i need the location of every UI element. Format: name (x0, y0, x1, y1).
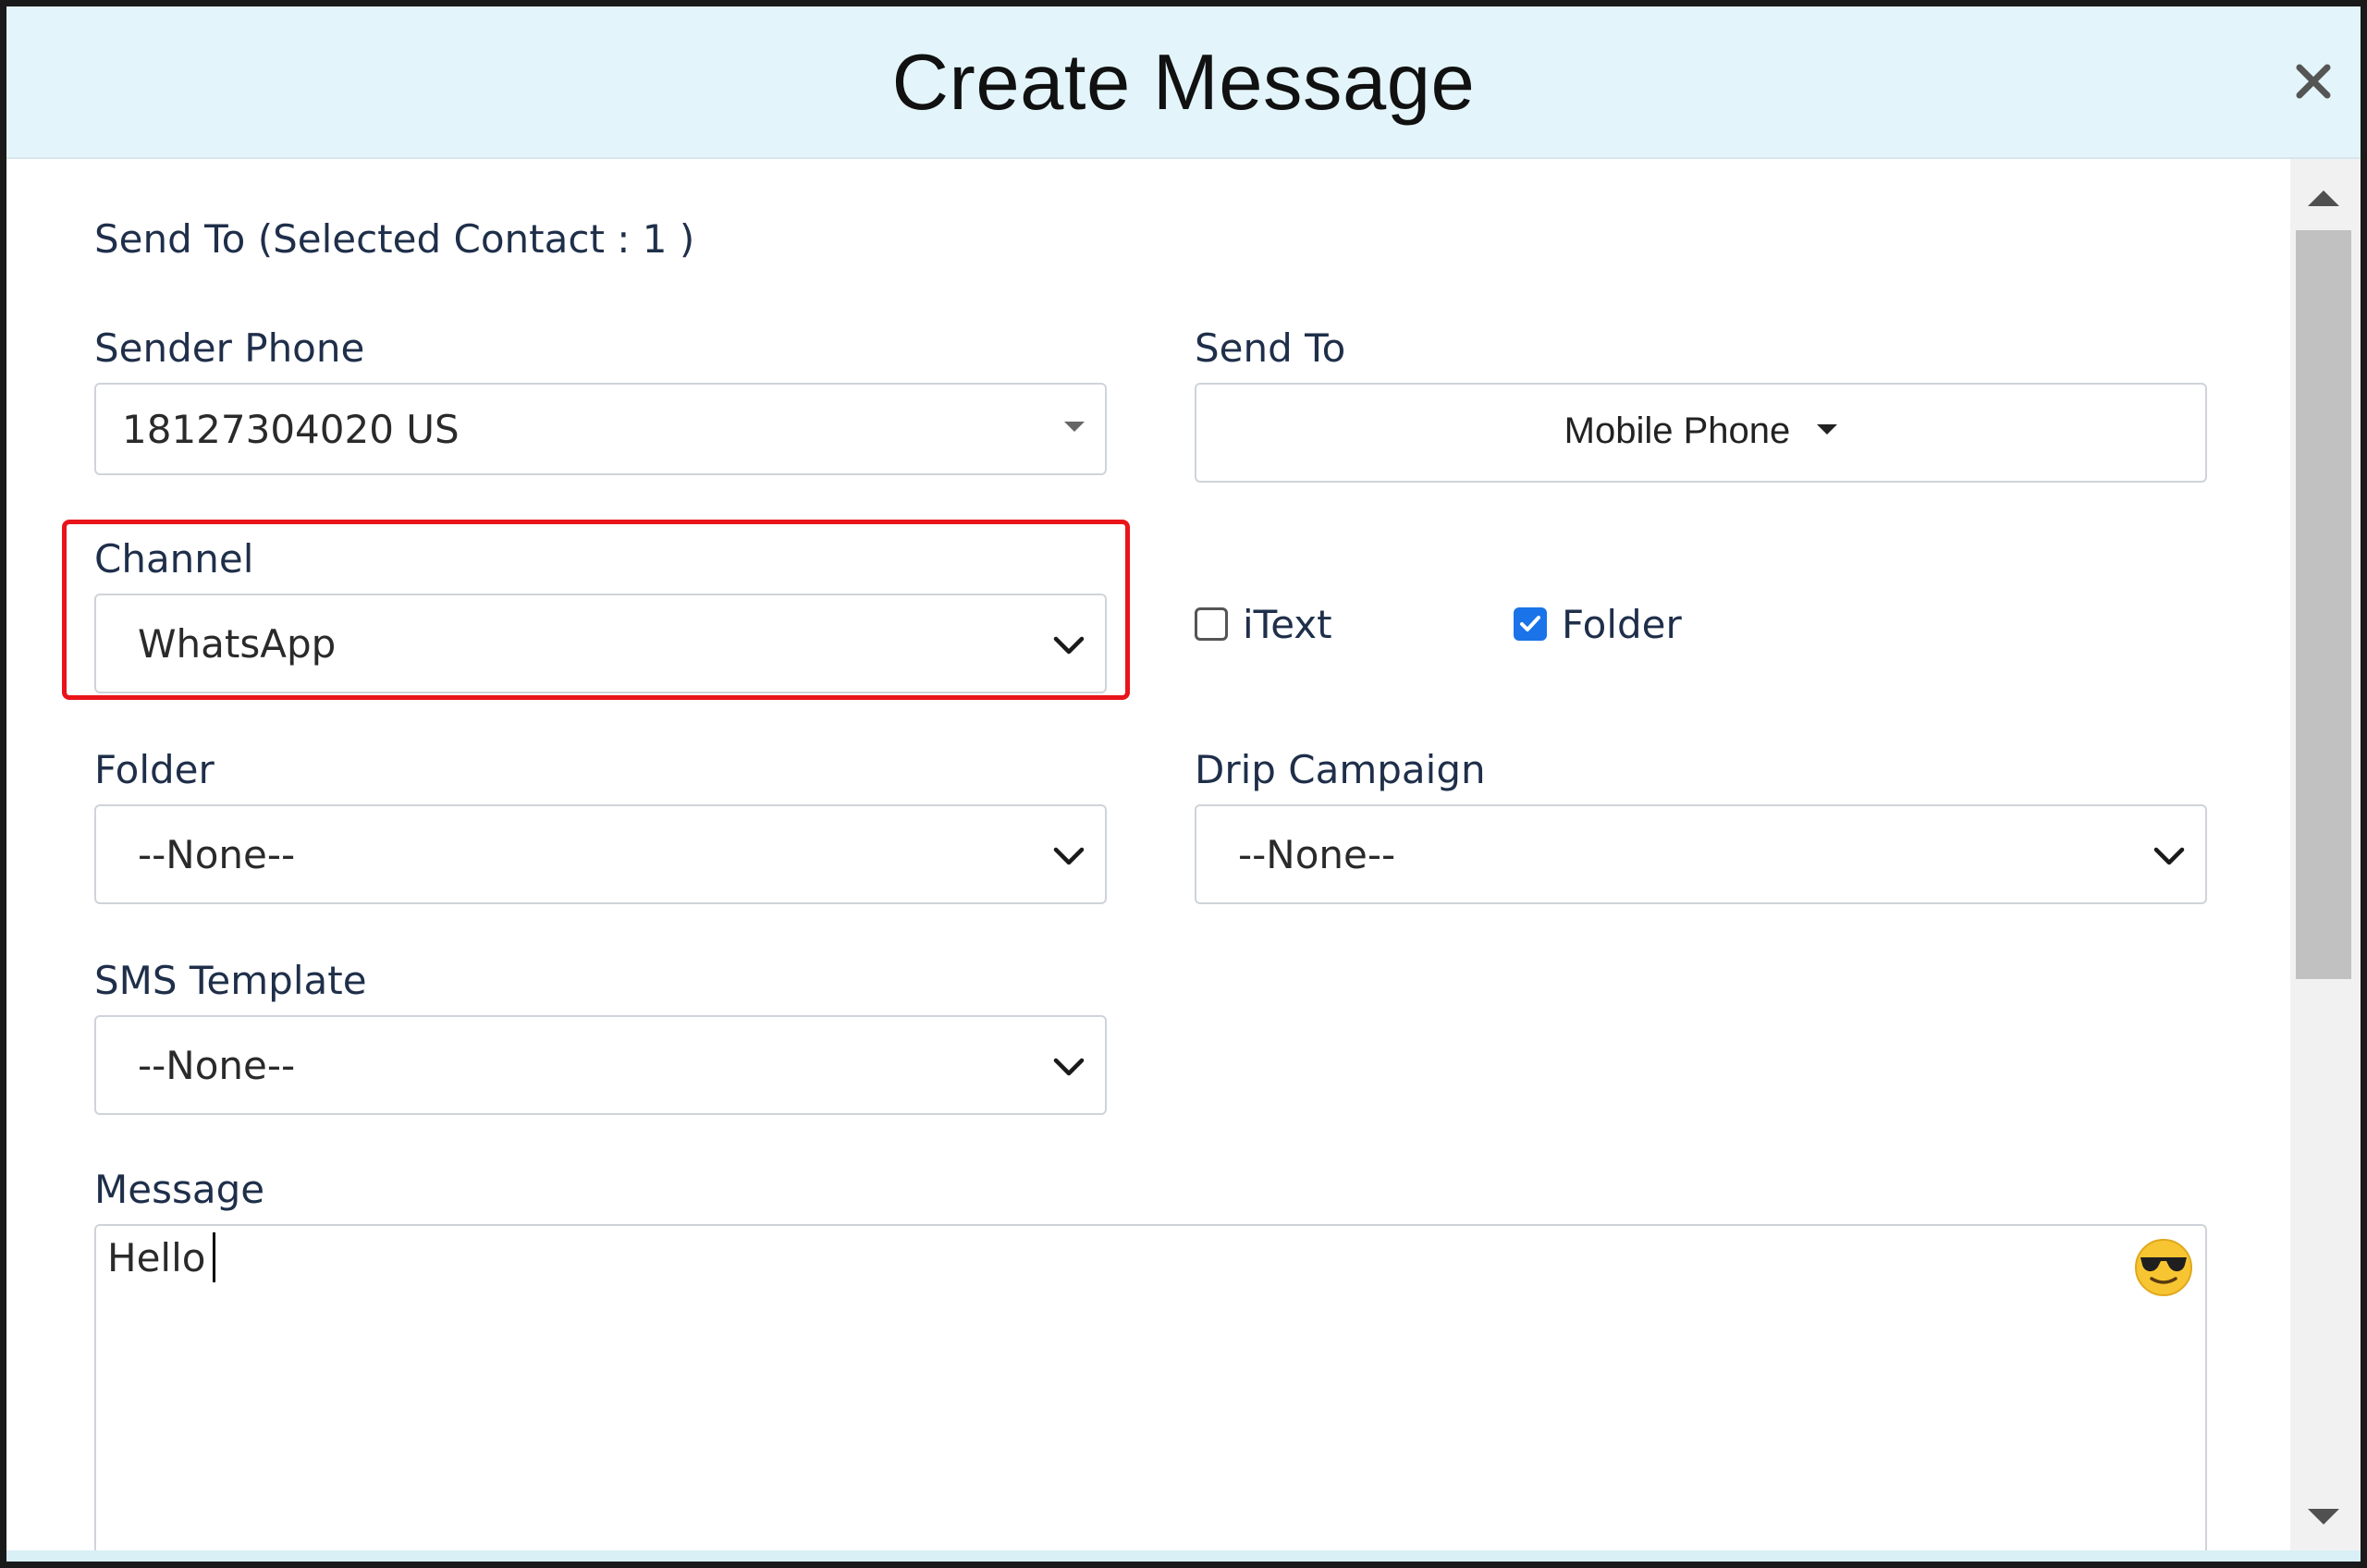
folder-select[interactable]: --None-- (94, 804, 1107, 904)
scroll-up-arrow-icon[interactable] (2308, 190, 2339, 206)
channel-label: Channel (94, 536, 254, 582)
chevron-down-icon (1053, 847, 1085, 865)
text-cursor (213, 1231, 216, 1282)
drip-campaign-label: Drip Campaign (1195, 747, 1486, 792)
vertical-scrollbar[interactable] (2290, 159, 2361, 1550)
emoji-button[interactable] (2133, 1237, 2194, 1298)
folder-label: Folder (94, 747, 215, 792)
close-button[interactable] (2290, 58, 2336, 104)
itext-checkbox-option[interactable]: iText (1195, 598, 1352, 654)
sender-phone-value: 18127304020 US (122, 407, 460, 452)
chevron-down-icon (1053, 636, 1085, 655)
scrollbar-thumb[interactable] (2296, 230, 2351, 979)
close-icon (2296, 64, 2331, 99)
checkmark-icon (1520, 616, 1540, 631)
drip-campaign-value: --None-- (1238, 832, 1396, 877)
send-to-summary: Send To (Selected Contact : 1 ) (94, 216, 695, 262)
message-label: Message (94, 1167, 265, 1212)
folder-option-label: Folder (1562, 602, 1682, 647)
chevron-down-icon (1053, 1058, 1085, 1076)
sms-template-select[interactable]: --None-- (94, 1015, 1107, 1115)
message-text: Hello (107, 1231, 216, 1286)
folder-checkbox[interactable] (1514, 607, 1547, 641)
dialog-bottom-edge (6, 1550, 2361, 1562)
create-message-dialog: Create Message Send To (Selected Contact… (0, 0, 2367, 1568)
dialog-header: Create Message (6, 6, 2361, 159)
message-value: Hello (107, 1235, 206, 1280)
send-to-value: Mobile Phone (1564, 410, 1791, 451)
send-to-label: Send To (1195, 325, 1346, 371)
itext-label: iText (1243, 602, 1332, 647)
sms-template-label: SMS Template (94, 958, 367, 1003)
sender-phone-label: Sender Phone (94, 325, 365, 371)
send-to-dropdown[interactable]: Mobile Phone (1195, 383, 2207, 483)
message-textarea[interactable]: Hello (94, 1224, 2207, 1557)
sms-template-value: --None-- (138, 1043, 296, 1088)
dialog-title: Create Message (891, 39, 1476, 127)
chevron-down-icon (2153, 847, 2185, 865)
folder-checkbox-option[interactable]: Folder (1514, 598, 1699, 654)
sender-phone-select[interactable]: 18127304020 US (94, 383, 1107, 475)
channel-value: WhatsApp (138, 621, 337, 667)
caret-down-icon (1064, 422, 1085, 432)
itext-checkbox[interactable] (1195, 607, 1228, 641)
drip-campaign-select[interactable]: --None-- (1195, 804, 2207, 904)
folder-value: --None-- (138, 832, 296, 877)
sunglasses-emoji-icon (2135, 1239, 2192, 1296)
channel-select[interactable]: WhatsApp (94, 594, 1107, 693)
caret-down-icon (1817, 423, 1838, 435)
scroll-down-arrow-icon[interactable] (2308, 1509, 2339, 1525)
